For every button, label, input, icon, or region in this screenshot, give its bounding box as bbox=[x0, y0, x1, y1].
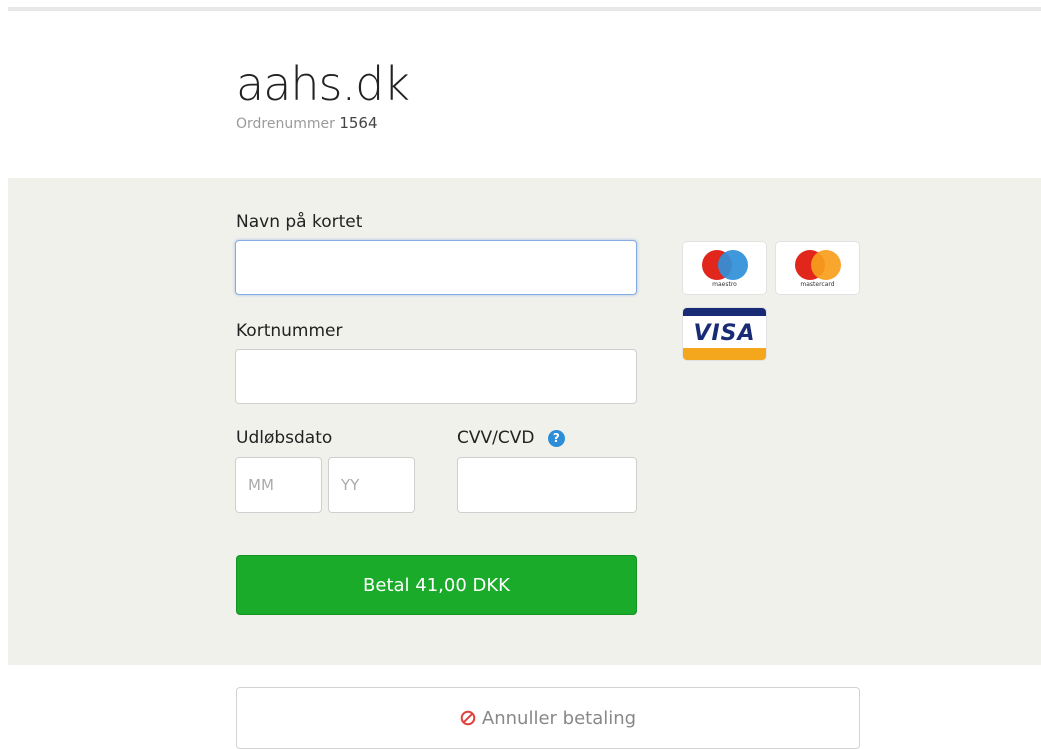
mastercard-logo: mastercard bbox=[775, 241, 860, 295]
cancel-payment-button[interactable]: Annuller betaling bbox=[236, 687, 860, 749]
cardholder-input[interactable] bbox=[235, 240, 637, 295]
expiry-label: Udløbsdato bbox=[236, 428, 333, 448]
question-circle-icon[interactable]: ? bbox=[547, 429, 565, 447]
cancel-circle-icon bbox=[460, 710, 476, 726]
expiry-month-input[interactable]: MM bbox=[235, 457, 322, 513]
mastercard-caption: mastercard bbox=[800, 281, 835, 288]
visa-logo: VISA bbox=[682, 307, 767, 361]
merchant-name: aahs.dk bbox=[236, 57, 410, 111]
cardnumber-label: Kortnummer bbox=[236, 321, 343, 341]
visa-top-band bbox=[683, 308, 766, 316]
pay-button[interactable]: Betal 41,00 DKK bbox=[236, 555, 637, 615]
visa-wordmark: VISA bbox=[693, 321, 756, 346]
cvv-label: CVV/CVD bbox=[457, 428, 535, 448]
order-label: Ordrenummer bbox=[236, 116, 335, 132]
visa-bottom-band bbox=[683, 348, 766, 360]
cvv-input[interactable] bbox=[457, 457, 637, 513]
cancel-label: Annuller betaling bbox=[481, 707, 637, 729]
maestro-caption: maestro bbox=[712, 281, 737, 288]
cvv-label-wrap: CVV/CVD ? bbox=[457, 428, 565, 448]
maestro-logo: maestro bbox=[682, 241, 767, 295]
cardholder-label: Navn på kortet bbox=[236, 212, 363, 232]
expiry-year-input[interactable]: YY bbox=[328, 457, 415, 513]
order-info: Ordrenummer 1564 bbox=[236, 114, 409, 132]
merchant-header: aahs.dk Ordrenummer 1564 bbox=[236, 57, 410, 132]
order-number: 1564 bbox=[339, 114, 378, 132]
top-divider bbox=[8, 7, 1041, 11]
cardnumber-input[interactable] bbox=[235, 349, 637, 404]
